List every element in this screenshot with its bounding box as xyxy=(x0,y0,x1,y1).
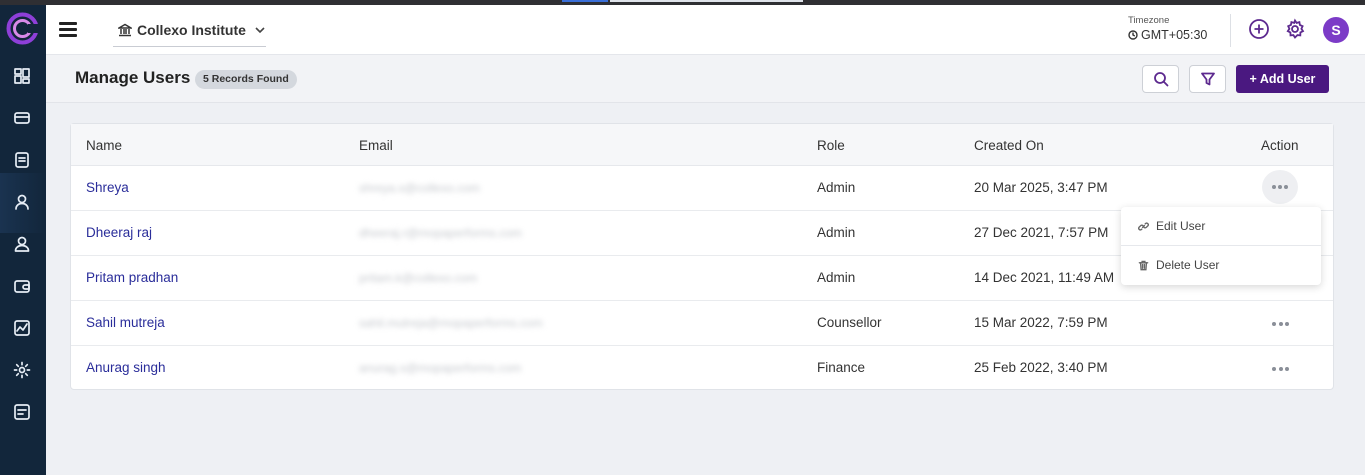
user-created-on: 20 Mar 2025, 3:47 PM xyxy=(974,180,1108,195)
sidebar-item-payments[interactable] xyxy=(11,107,33,129)
user-email: pritam.k@collexo.com xyxy=(359,271,478,285)
row-action-button[interactable] xyxy=(1262,309,1299,339)
edit-user-label: Edit User xyxy=(1156,219,1206,233)
user-created-on: 25 Feb 2022, 3:40 PM xyxy=(974,360,1108,375)
sidebar-item-forms[interactable] xyxy=(11,149,33,171)
table-row: Anurag singh anurag.s@mopaperforms.com F… xyxy=(71,346,1333,391)
user-role: Admin xyxy=(817,180,856,195)
column-header-email: Email xyxy=(359,138,393,153)
user-name-link[interactable]: Sahil mutreja xyxy=(86,315,165,330)
sidebar-item-notes[interactable] xyxy=(11,401,33,423)
sidebar-rail xyxy=(0,5,46,475)
top-header: Collexo Institute Timezone GMT+05:30 S xyxy=(46,5,1365,55)
settings-icon xyxy=(1286,18,1305,39)
column-header-action: Action xyxy=(1261,138,1299,153)
search-icon xyxy=(1153,72,1168,87)
timezone-display: Timezone GMT+05:30 xyxy=(1128,15,1218,42)
sidebar-item-reports[interactable] xyxy=(11,317,33,339)
browser-tab-indicator xyxy=(562,0,608,2)
institute-selector[interactable]: Collexo Institute xyxy=(113,14,266,47)
table-header: Name Email Role Created On Action xyxy=(71,124,1333,166)
card-icon xyxy=(14,112,30,124)
edit-user-menu-item[interactable]: Edit User xyxy=(1121,207,1321,245)
user-name-link[interactable]: Shreya xyxy=(86,180,129,195)
user-email: anurag.s@mopaperforms.com xyxy=(359,361,522,375)
filter-icon xyxy=(1200,72,1215,86)
wallet-icon xyxy=(14,280,30,293)
timezone-value: GMT+05:30 xyxy=(1141,28,1208,42)
user-email: dheeraj.r@mopaperforms.com xyxy=(359,226,522,240)
user-role: Counsellor xyxy=(817,315,882,330)
timezone-title: Timezone xyxy=(1128,15,1170,26)
table-row: Sahil mutreja sahil.mutreja@mopaperforms… xyxy=(71,301,1333,346)
more-icon xyxy=(1272,367,1277,371)
user-role: Admin xyxy=(817,225,856,240)
hamburger-icon[interactable] xyxy=(59,22,77,37)
sidebar-item-dashboard[interactable] xyxy=(11,65,33,87)
sidebar-item-settings[interactable] xyxy=(11,359,33,381)
header-divider xyxy=(1230,14,1231,47)
user-name-link[interactable]: Pritam pradhan xyxy=(86,270,178,285)
more-icon xyxy=(1271,185,1276,189)
row-action-button[interactable] xyxy=(1262,170,1298,204)
add-user-button[interactable]: + Add User xyxy=(1236,65,1329,93)
institution-icon xyxy=(118,23,132,37)
records-count-badge: 5 Records Found xyxy=(195,70,297,89)
chevron-down-icon xyxy=(255,27,265,34)
timezone-value-row: GMT+05:30 xyxy=(1128,28,1218,42)
user-email: shreya.s@collexo.com xyxy=(359,181,480,195)
row-action-menu: Edit User Delete User xyxy=(1121,207,1321,285)
row-action-button[interactable] xyxy=(1262,354,1299,384)
settings-button[interactable] xyxy=(1283,17,1307,41)
user-name-link[interactable]: Dheeraj raj xyxy=(86,225,152,240)
user-role: Admin xyxy=(817,270,856,285)
column-header-name: Name xyxy=(86,138,123,153)
user-name-link[interactable]: Anurag singh xyxy=(86,360,166,375)
user-created-on: 27 Dec 2021, 7:57 PM xyxy=(974,225,1109,240)
institute-name: Collexo Institute xyxy=(137,22,246,38)
sidebar-item-wallet[interactable] xyxy=(11,275,33,297)
search-button[interactable] xyxy=(1142,65,1179,93)
column-header-role: Role xyxy=(817,138,845,153)
delete-user-label: Delete User xyxy=(1156,258,1220,272)
link-icon xyxy=(1138,221,1149,231)
user-email: sahil.mutreja@mopaperforms.com xyxy=(359,316,543,330)
dashboard-icon xyxy=(14,68,30,84)
sidebar-item-students[interactable] xyxy=(11,233,33,255)
more-icon xyxy=(1272,322,1277,326)
column-header-created-on: Created On xyxy=(974,138,1044,153)
gear-icon xyxy=(13,361,31,379)
trash-icon xyxy=(1138,260,1149,270)
collexo-logo-icon[interactable] xyxy=(6,12,39,45)
browser-tab-indicator-2 xyxy=(610,0,803,2)
plus-circle-icon xyxy=(1249,19,1269,39)
user-badge-icon xyxy=(14,236,30,252)
page-heading-bar: Manage Users 5 Records Found + Add User xyxy=(46,55,1365,103)
user-created-on: 15 Mar 2022, 7:59 PM xyxy=(974,315,1108,330)
user-icon xyxy=(15,194,29,210)
quick-add-button[interactable] xyxy=(1247,17,1271,41)
table-row: Shreya shreya.s@collexo.com Admin 20 Mar… xyxy=(71,166,1333,211)
clock-icon xyxy=(1128,30,1138,40)
document-icon xyxy=(15,152,29,168)
user-role: Finance xyxy=(817,360,866,375)
avatar[interactable]: S xyxy=(1323,17,1349,43)
page-title: Manage Users xyxy=(75,68,191,87)
notes-icon xyxy=(14,404,30,420)
chart-icon xyxy=(14,320,30,336)
filter-button[interactable] xyxy=(1189,65,1226,93)
delete-user-menu-item[interactable]: Delete User xyxy=(1121,246,1321,284)
sidebar-item-leads[interactable] xyxy=(11,191,33,213)
user-created-on: 14 Dec 2021, 11:49 AM xyxy=(974,270,1115,285)
